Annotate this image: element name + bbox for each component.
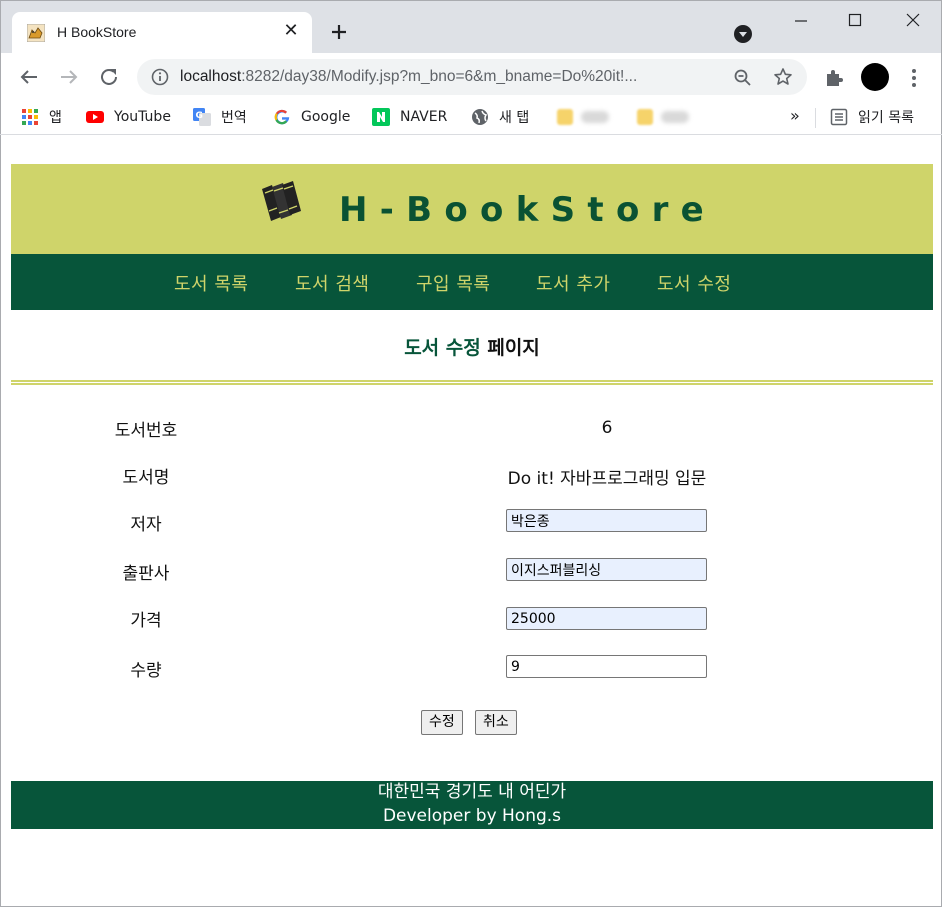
address-url[interactable]: localhost:8282/day38/Modify.jsp?m_bno=6&… [180,68,637,86]
site-brand[interactable]: H-BookStore [339,190,716,230]
nav-book-list[interactable]: 도서 목록 [174,270,248,296]
footer-address: 대한민국 경기도 내 어딘가 [377,782,567,802]
nav-book-modify[interactable]: 도서 수정 [657,270,731,296]
bookmarks-overflow-chevron-icon[interactable]: » [790,106,800,125]
bookmark-folder-blurred[interactable] [637,108,689,126]
nav-book-search[interactable]: 도서 검색 [295,270,369,296]
label-quantity: 수량 [130,661,162,681]
nav-purchase-list[interactable]: 구입 목록 [416,270,490,296]
translate-icon: G [193,108,211,126]
label-book-number: 도서번호 [114,421,178,441]
svg-text:G: G [196,111,203,121]
tab-search-icon[interactable] [734,25,752,43]
url-path: :8282/day38/Modify.jsp?m_bno=6&m_bname=D… [241,68,638,85]
browser-toolbar: localhost:8282/day38/Modify.jsp?m_bno=6&… [0,53,942,100]
youtube-icon [86,111,104,123]
profile-avatar[interactable] [861,63,889,91]
bookmark-label: NAVER [400,109,448,125]
cancel-button[interactable]: 취소 [475,710,517,735]
value-book-number: 6 [601,418,613,438]
globe-icon [472,109,488,125]
reading-list-button[interactable]: 읽기 목록 [830,106,914,128]
bookmark-label: 번역 [221,110,247,126]
minimize-icon[interactable] [786,9,816,33]
tomcat-favicon-icon [27,24,45,42]
zoom-icon[interactable] [733,68,753,88]
new-tab-icon[interactable] [328,21,350,43]
label-publisher: 출판사 [122,564,170,584]
bookmark-google[interactable]: Google [273,106,350,128]
forward-arrow-icon[interactable] [58,66,80,88]
value-book-name: Do it! 자바프로그래밍 입문 [507,469,707,489]
bookmarks-divider [815,108,816,128]
nav-book-add[interactable]: 도서 추가 [536,270,610,296]
page-title: 도서 수정 페이지 [1,333,942,360]
publisher-input[interactable] [506,558,707,581]
bookmark-newtab[interactable]: 새 탭 [471,106,529,128]
google-icon [274,109,290,125]
browser-tab[interactable]: H BookStore ✕ [12,12,312,54]
label-price: 가격 [130,611,162,631]
bookmark-translate[interactable]: G 번역 [193,106,247,128]
bookmark-youtube[interactable]: YouTube [86,106,171,128]
maximize-icon[interactable] [840,9,870,33]
url-host: localhost [180,68,242,85]
bookmark-label: Google [301,109,351,125]
quantity-input[interactable] [506,655,707,678]
bookmark-label: 새 탭 [499,110,530,126]
bookmark-label: YouTube [114,109,171,125]
page-title-accent: 도서 수정 [404,337,481,359]
page-viewport: H-BookStore 도서 목록 도서 검색 구입 목록 도서 추가 도서 수… [0,135,942,907]
books-icon [262,181,301,221]
bookmarks-bar: 앱 YouTube G 번역 Google NAVER 새 탭 » 읽기 목록 [0,100,942,134]
apps-grid-icon [22,109,38,125]
browser-titlebar: H BookStore ✕ [0,0,942,54]
reload-icon[interactable] [98,66,120,88]
reading-list-label: 읽기 목록 [858,110,914,126]
title-divider [11,380,933,385]
site-footer: 대한민국 경기도 내 어딘가 Developer by Hong.s [11,781,933,829]
price-input[interactable] [506,607,707,630]
site-header: H-BookStore [11,164,933,254]
site-nav: 도서 목록 도서 검색 구입 목록 도서 추가 도서 수정 [11,254,933,310]
naver-icon [372,108,390,126]
back-arrow-icon[interactable] [18,66,40,88]
tab-title: H BookStore [57,24,137,40]
footer-developer: Developer by Hong.s [382,806,562,826]
author-input[interactable] [506,509,707,532]
label-author: 저자 [130,515,162,535]
tab-close-icon[interactable]: ✕ [282,22,300,40]
folder-icon [557,109,573,125]
page-title-rest: 페이지 [480,337,540,359]
blurred-label [661,111,689,123]
extensions-puzzle-icon[interactable] [823,67,845,89]
bookmark-apps[interactable]: 앱 [21,106,62,128]
bookmark-naver[interactable]: NAVER [372,106,447,128]
bookmark-star-icon[interactable] [773,67,793,87]
reading-list-icon [830,108,848,126]
bookmark-label: 앱 [49,110,62,126]
site-info-icon[interactable] [151,68,169,86]
bookmark-folder-blurred[interactable] [557,108,609,126]
modify-submit-button[interactable]: 수정 [421,710,463,735]
label-book-name: 도서명 [122,468,170,488]
menu-dots-icon[interactable] [905,67,923,89]
folder-icon [637,109,653,125]
blurred-label [581,111,609,123]
window-close-icon[interactable] [898,9,928,33]
address-bar[interactable]: localhost:8282/day38/Modify.jsp?m_bno=6&… [137,59,807,95]
